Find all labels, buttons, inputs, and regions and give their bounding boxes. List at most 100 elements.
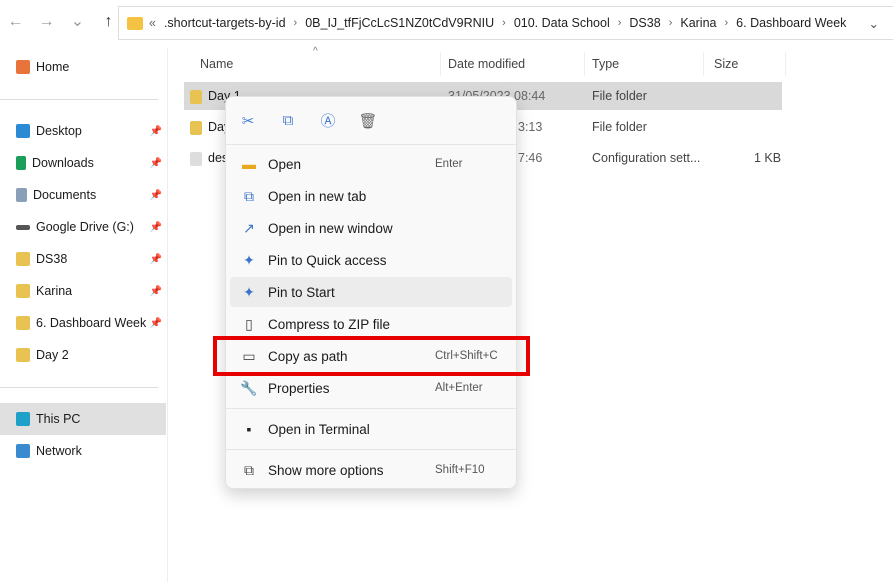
menu-shortcut: Shift+F10	[435, 464, 485, 476]
rename-icon[interactable]: Ⓐ	[318, 110, 338, 131]
column-header-date[interactable]: Date modified	[441, 52, 585, 76]
context-toolbar: ✂ ⧉ Ⓐ 🗑	[226, 97, 516, 145]
menu-item-open[interactable]: ▬ Open Enter	[230, 149, 512, 179]
sidebar-item-label: Day 2	[36, 348, 69, 362]
pin-icon[interactable]: 📌	[150, 254, 162, 265]
chevron-right-icon: ›	[293, 17, 298, 29]
file-type: File folder	[592, 120, 647, 134]
chevron-right-icon: ›	[724, 17, 729, 29]
menu-label: Open in Terminal	[268, 421, 370, 437]
menu-item-open-new-window[interactable]: ↗ Open in new window	[230, 213, 512, 243]
menu-label: Pin to Quick access	[268, 252, 387, 268]
sidebar-item-network[interactable]: Network	[0, 435, 166, 467]
column-header-name[interactable]: Name	[184, 52, 441, 76]
menu-label: Open in new window	[268, 220, 393, 236]
chevron-right-icon: ›	[617, 17, 622, 29]
pin-icon[interactable]: 📌	[150, 158, 162, 169]
cut-icon[interactable]: ✂	[238, 112, 258, 130]
navigation-pane: Home Desktop 📌 Downloads 📌 Documents 📌 Goog…	[0, 48, 168, 582]
drive-icon	[16, 224, 30, 230]
pin-icon[interactable]: 📌	[150, 318, 162, 329]
shared-folder-icon	[16, 284, 30, 298]
breadcrumb[interactable]: .shortcut-targets-by-id	[164, 16, 286, 30]
sidebar-item-home[interactable]: Home	[0, 51, 166, 83]
chevron-right-icon: ›	[502, 17, 506, 29]
folder-icon: ▬	[242, 156, 256, 172]
network-icon	[16, 444, 30, 458]
pin-icon[interactable]: 📌	[150, 222, 162, 233]
address-bar[interactable]: « .shortcut-targets-by-id › 0B_IJ_tfFjCcL…	[118, 6, 893, 40]
menu-label: Properties	[268, 380, 330, 396]
sidebar-item-this-pc[interactable]: This PC	[0, 403, 166, 435]
menu-item-pin-quick-access[interactable]: ✦ Pin to Quick access	[230, 245, 512, 275]
column-header-size[interactable]: Size	[704, 52, 786, 76]
home-icon	[16, 60, 30, 74]
menu-label: Show more options	[268, 462, 384, 478]
menu-divider	[226, 449, 516, 450]
divider	[0, 387, 158, 388]
back-button[interactable]: ←	[0, 10, 31, 34]
sidebar-item-ds38[interactable]: DS38 📌	[0, 243, 166, 275]
file-date: 3:13	[518, 120, 543, 134]
breadcrumb[interactable]: 6. Dashboard Week	[736, 16, 846, 30]
menu-divider	[226, 408, 516, 409]
breadcrumb[interactable]: DS38	[629, 16, 660, 30]
recent-locations-button[interactable]: ⌄	[62, 10, 93, 34]
breadcrumb[interactable]: 010. Data School	[514, 16, 610, 30]
menu-item-pin-start[interactable]: ✦ Pin to Start	[230, 277, 512, 307]
zip-icon: ▯	[245, 315, 253, 332]
sidebar-item-label: Google Drive (G:)	[36, 220, 134, 234]
menu-item-open-new-tab[interactable]: ⧉ Open in new tab	[230, 181, 512, 211]
sidebar-item-label: This PC	[36, 412, 81, 426]
forward-button[interactable]: →	[31, 10, 62, 34]
shared-folder-icon	[16, 252, 30, 266]
column-headers: Name Date modified Type Size	[184, 52, 786, 76]
folder-icon	[127, 16, 143, 30]
sidebar-item-label: Downloads	[32, 156, 94, 170]
copy-icon[interactable]: ⧉	[278, 112, 298, 129]
highlight-box	[213, 336, 530, 376]
sidebar-item-downloads[interactable]: Downloads 📌	[0, 147, 166, 179]
wrench-icon: 🔧	[240, 379, 258, 396]
menu-item-open-terminal[interactable]: ▪ Open in Terminal	[230, 414, 512, 444]
menu-item-compress-zip[interactable]: ▯ Compress to ZIP file	[230, 309, 512, 339]
menu-label: Pin to Start	[268, 284, 335, 300]
breadcrumb[interactable]: 0B_IJ_tfFjCcLcS1NZ0tCdV9RNIU	[305, 16, 494, 30]
context-menu: ✂ ⧉ Ⓐ 🗑 ▬ Open Enter ⧉ Open in new tab ↗ Ope…	[225, 96, 517, 489]
download-icon	[16, 156, 26, 170]
desktop-icon	[16, 124, 30, 138]
new-window-icon: ↗	[243, 219, 255, 236]
sidebar-item-google-drive[interactable]: Google Drive (G:) 📌	[0, 211, 166, 243]
sidebar-item-dashboard-week[interactable]: 6. Dashboard Week 📌	[0, 307, 166, 339]
menu-shortcut: Enter	[435, 158, 463, 170]
shared-folder-icon	[16, 316, 30, 330]
column-header-type[interactable]: Type	[585, 52, 704, 76]
divider	[0, 99, 158, 100]
delete-icon[interactable]: 🗑	[358, 112, 378, 130]
sidebar-item-label: Karina	[36, 284, 73, 298]
overflow-crumb[interactable]: «	[149, 16, 156, 30]
file-type: Configuration sett...	[592, 151, 701, 165]
sidebar-item-karina[interactable]: Karina 📌	[0, 275, 166, 307]
menu-item-show-more-options[interactable]: ⧉ Show more options Shift+F10	[230, 455, 512, 485]
pin-icon[interactable]: 📌	[150, 190, 162, 201]
file-type: File folder	[592, 89, 647, 103]
document-icon	[16, 188, 27, 202]
pin-icon[interactable]: 📌	[150, 126, 162, 137]
menu-item-properties[interactable]: 🔧 Properties Alt+Enter	[230, 373, 512, 403]
nav-buttons: ← → ⌄ ↑	[0, 10, 124, 34]
settings-file-icon	[190, 151, 202, 166]
address-dropdown[interactable]: ⌄	[869, 16, 879, 31]
sidebar-item-label: Documents	[33, 188, 97, 202]
sidebar-item-day-2[interactable]: Day 2	[0, 339, 166, 371]
sidebar-item-desktop[interactable]: Desktop 📌	[0, 115, 166, 147]
sidebar-item-label: Network	[36, 444, 82, 458]
file-size: 1 KB	[754, 151, 782, 165]
pin-icon: ✦	[243, 283, 255, 300]
sidebar-item-documents[interactable]: Documents 📌	[0, 179, 166, 211]
shared-folder-icon	[190, 89, 202, 104]
breadcrumb[interactable]: Karina	[680, 16, 716, 30]
chevron-right-icon: ›	[668, 17, 673, 29]
computer-icon	[16, 412, 30, 426]
pin-icon[interactable]: 📌	[150, 286, 162, 297]
